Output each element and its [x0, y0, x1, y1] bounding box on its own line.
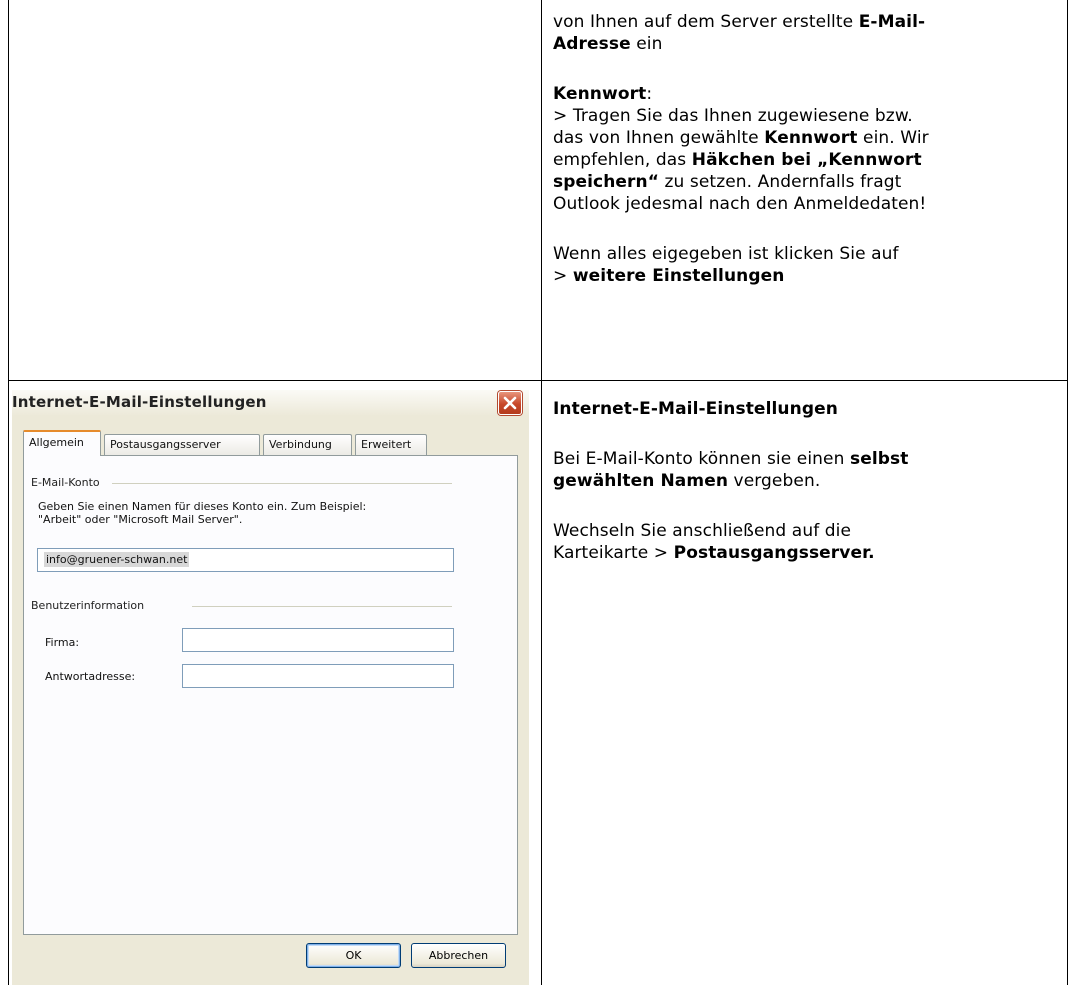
description-line: Geben Sie einen Namen für dieses Konto e… [38, 500, 367, 513]
tab-panel-allgemein [23, 455, 518, 935]
close-icon [503, 396, 517, 410]
text-line: > [553, 266, 573, 286]
ok-button[interactable]: OK [306, 943, 401, 968]
text-line: Karteikarte > [553, 543, 674, 563]
text-line: vergeben. [728, 471, 821, 491]
text-bold: Kennwort [764, 128, 858, 148]
dialog-titlebar: Internet-E-Mail-Einstellungen [12, 390, 529, 416]
reply-address-label: Antwortadresse: [45, 670, 136, 683]
text-line: > Tragen Sie das Ihnen zugewiesene bzw. [553, 106, 913, 126]
internet-email-settings-dialog: Internet-E-Mail-Einstellungen Allgemein … [12, 390, 529, 985]
text-line: ein [630, 34, 663, 54]
account-name-field[interactable]: info@gruener-schwan.net [37, 548, 454, 572]
tab-allgemein[interactable]: Allgemein [23, 430, 101, 456]
group-label-user: Benutzerinformation [31, 599, 149, 612]
table-row-divider [8, 380, 1068, 381]
group-separator [192, 606, 452, 607]
settings-heading: Internet-E-Mail-Einstellungen [553, 399, 838, 419]
tab-postausgangsserver[interactable]: Postausgangsserver [104, 434, 260, 455]
text-line: Bei E-Mail-Konto können sie einen [553, 449, 850, 469]
table-border-left [8, 0, 9, 985]
text-bold: Adresse [553, 34, 631, 54]
text-line: Wechseln Sie anschließend auf die [553, 521, 852, 541]
text-line: zu setzen. Andernfalls fragt [659, 172, 902, 192]
text-line: das von Ihnen gewählte [553, 128, 765, 148]
dialog-title: Internet-E-Mail-Einstellungen [12, 393, 267, 411]
reply-address-field[interactable] [182, 664, 454, 688]
text-line: : [646, 84, 653, 104]
text-bold: Häkchen bei „Kennwort [691, 150, 922, 170]
cancel-button[interactable]: Abbrechen [411, 943, 506, 968]
text-line: von Ihnen auf dem Server erstellte [553, 12, 859, 32]
text-line: ein. Wir [857, 128, 929, 148]
instructions-password: von Ihnen auf dem Server erstellte E-Mai… [553, 11, 1063, 287]
table-border-right [1067, 0, 1068, 985]
text-bold: E-Mail- [858, 12, 926, 32]
password-heading: Kennwort [553, 84, 647, 104]
text-bold: gewählten Namen [553, 471, 729, 491]
account-name-value: info@gruener-schwan.net [44, 552, 190, 567]
text-line: Wenn alles eigegeben ist klicken Sie auf [553, 244, 899, 264]
text-bold: Postausgangsserver. [673, 543, 875, 563]
text-line: Outlook jedesmal nach den Anmeldedaten! [553, 194, 927, 214]
group-separator [112, 483, 452, 484]
text-bold: selbst [850, 449, 909, 469]
group-label-account: E-Mail-Konto [31, 476, 104, 489]
tab-erweitert[interactable]: Erweitert [355, 434, 427, 455]
text-line: empfehlen, das [553, 150, 692, 170]
table-border-middle [541, 0, 542, 985]
close-button[interactable] [498, 391, 522, 415]
tab-verbindung[interactable]: Verbindung [263, 434, 352, 455]
text-bold: weitere Einstellungen [572, 266, 785, 286]
text-bold: speichern“ [553, 172, 660, 192]
account-description: Geben Sie einen Namen für dieses Konto e… [38, 500, 468, 526]
description-line: "Arbeit" oder "Microsoft Mail Server". [38, 513, 243, 526]
instructions-settings: Internet-E-Mail-Einstellungen Bei E-Mail… [553, 398, 1063, 564]
company-field[interactable] [182, 628, 454, 652]
company-label: Firma: [45, 636, 80, 649]
